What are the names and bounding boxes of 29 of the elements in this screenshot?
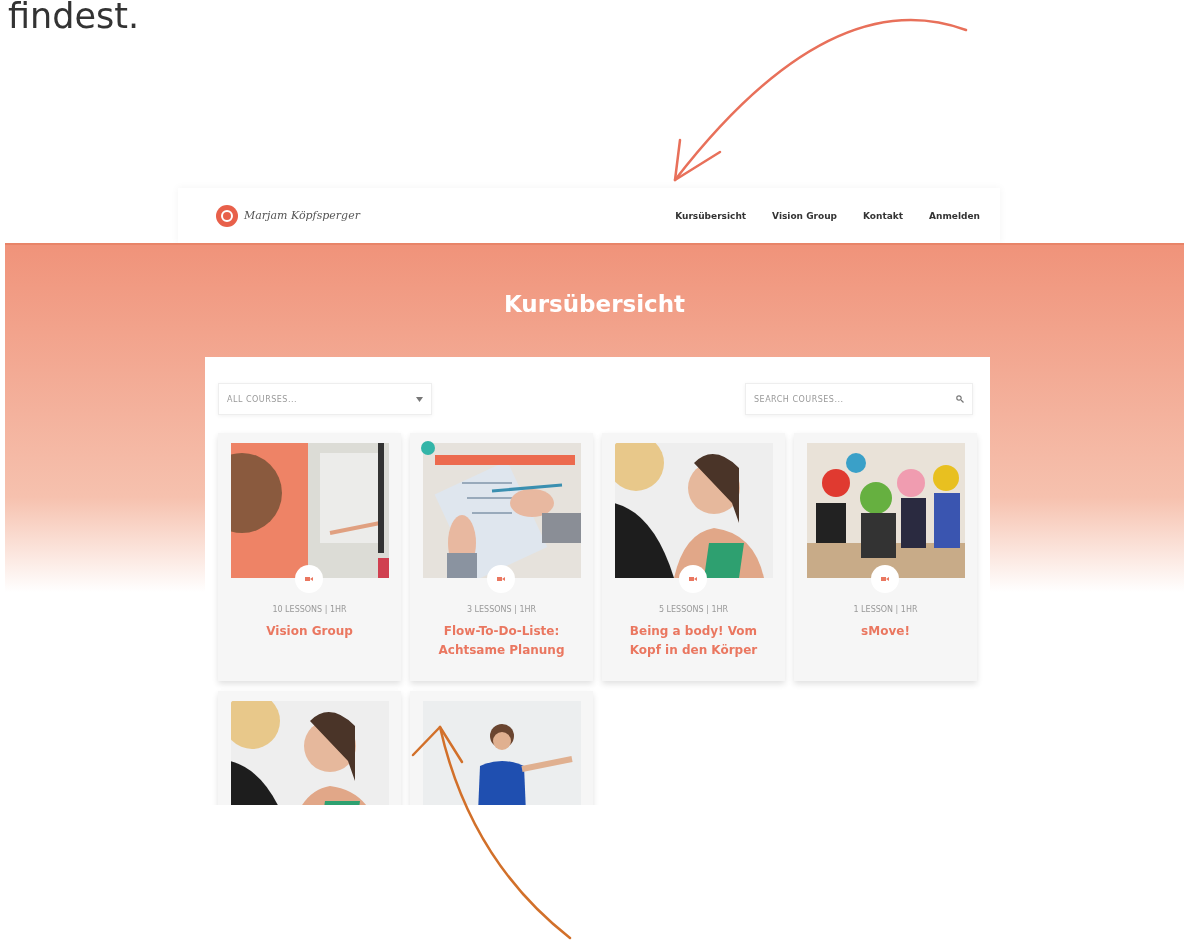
course-card[interactable]: 10 LESSONS | 1HR Vision Group: [218, 433, 401, 681]
course-type-icon: [496, 576, 505, 582]
caret-icon: [416, 396, 423, 402]
course-meta: 3 LESSONS | 1HR: [466, 605, 537, 614]
nav-link[interactable]: Vision Group: [772, 210, 837, 221]
nav-link[interactable]: Anmelden: [929, 210, 980, 221]
search-field[interactable]: SEARCH COURSES...: [745, 383, 973, 415]
course-type-icon: [880, 576, 889, 582]
course-meta: 1 LESSON | 1HR: [853, 605, 918, 614]
logo-icon[interactable]: [216, 204, 238, 227]
course-type-icon: [688, 576, 697, 582]
course-meta: 10 LESSONS | 1HR: [272, 605, 347, 614]
course-card[interactable]: 3 LESSONS | 1HR Flow-To-Do-Liste: Achtsame Planung: [410, 433, 593, 681]
course-title[interactable]: sMove!: [861, 622, 910, 642]
course-card[interactable]: 1 LESSON | 1HR sMove!: [794, 433, 977, 681]
course-type-icon: [304, 576, 313, 582]
search-icon: [956, 395, 964, 403]
course-title[interactable]: Flow-To-Do-Liste: Achtsame Planung: [422, 622, 581, 661]
nav-link[interactable]: Kontakt: [863, 210, 904, 221]
course-title[interactable]: Being a body! Vom Kopf in den Körper: [614, 622, 773, 661]
page-title: Kursübersicht: [502, 290, 687, 319]
badge-dot: [420, 441, 435, 455]
course-title[interactable]: Vision Group: [266, 622, 353, 642]
course-card[interactable]: 5 LESSONS | 1HR Being a body! Vom Kopf in den Körper: [602, 433, 785, 681]
paragraph-text: findest.: [8, 0, 140, 36]
course-meta: 5 LESSONS | 1HR: [658, 605, 729, 614]
nav-link[interactable]: Kursübersicht: [675, 210, 747, 221]
course-filter-dropdown[interactable]: ALL COURSES...: [218, 383, 432, 415]
logo-text[interactable]: Marjam Köpfsperger: [244, 209, 360, 222]
